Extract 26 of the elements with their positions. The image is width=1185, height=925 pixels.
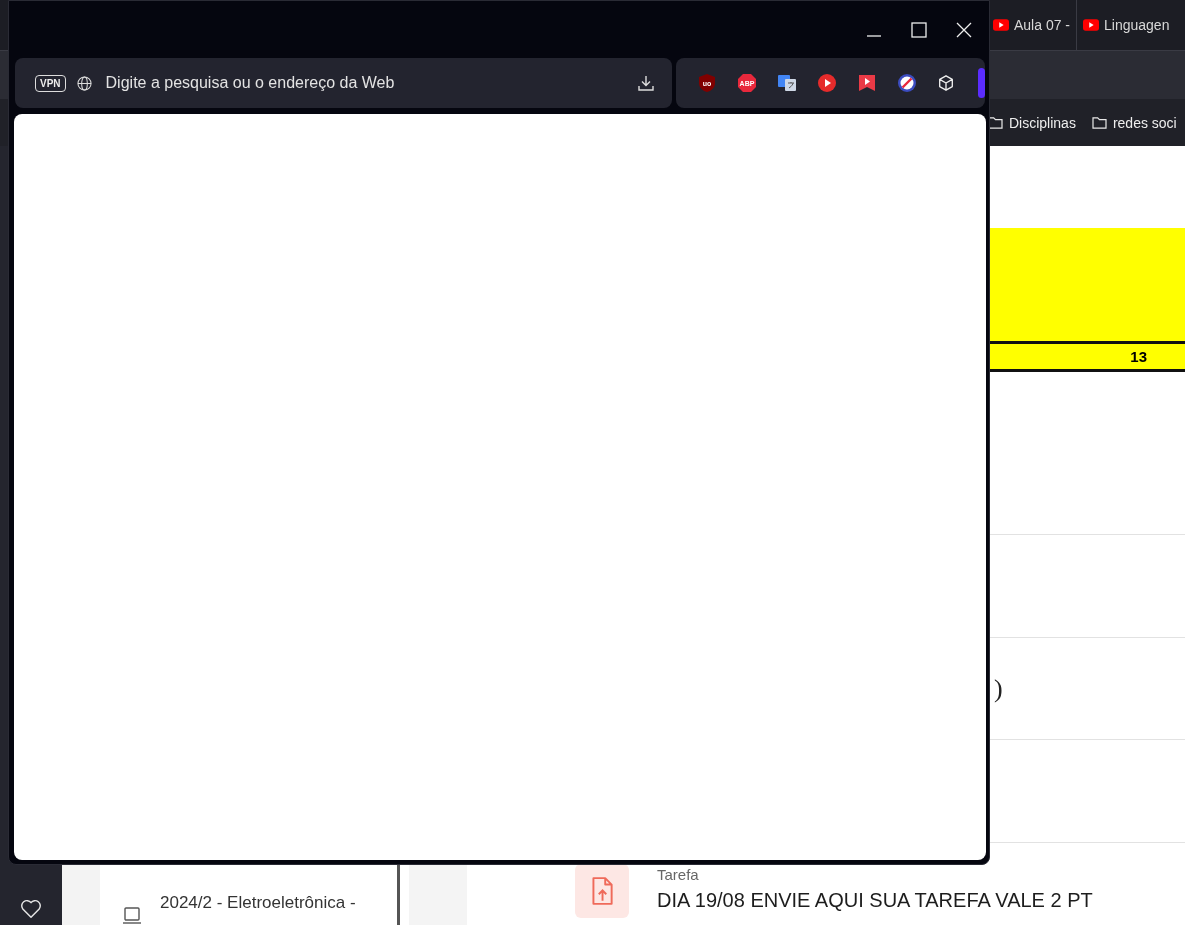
bookmark-folder[interactable]: redes soci bbox=[1091, 114, 1177, 131]
browser-tab[interactable]: Linguagen bbox=[1083, 0, 1176, 50]
download-icon[interactable] bbox=[638, 75, 654, 91]
sidebar-handle[interactable] bbox=[978, 68, 985, 98]
table-cell: 13 bbox=[988, 344, 1185, 372]
text-fragment: ) bbox=[994, 673, 1003, 704]
course-item[interactable]: 2024/2 - Eletroeletrônica - bbox=[122, 893, 397, 925]
bookmark-play-extension-icon[interactable] bbox=[857, 73, 877, 93]
video-play-icon bbox=[1083, 19, 1100, 31]
cube-extension-icon[interactable] bbox=[937, 74, 955, 92]
close-icon[interactable] bbox=[956, 21, 972, 38]
activity-type: Tarefa bbox=[657, 866, 700, 883]
blocked-sign-extension-icon[interactable] bbox=[897, 73, 917, 93]
translate-extension-icon[interactable] bbox=[777, 73, 797, 93]
bookmark-folder[interactable]: Disciplinas bbox=[988, 114, 1076, 131]
folder-icon bbox=[988, 116, 1003, 130]
activity-title-link[interactable]: DIA 19/08 ENVIE AQUI SUA TAREFA VALE 2 PT bbox=[657, 889, 1093, 912]
folder-icon bbox=[1091, 116, 1107, 130]
maximize-icon[interactable] bbox=[911, 21, 927, 38]
heart-icon[interactable] bbox=[20, 899, 42, 919]
globe-icon bbox=[76, 75, 92, 91]
vpn-badge[interactable]: VPN bbox=[35, 74, 66, 92]
file-upload-icon bbox=[575, 864, 629, 918]
video-play-icon bbox=[993, 19, 1009, 31]
address-bar[interactable]: VPN Digite a pesquisa ou o endereço da Web bbox=[15, 58, 672, 108]
play-button-extension-icon[interactable] bbox=[817, 73, 837, 93]
